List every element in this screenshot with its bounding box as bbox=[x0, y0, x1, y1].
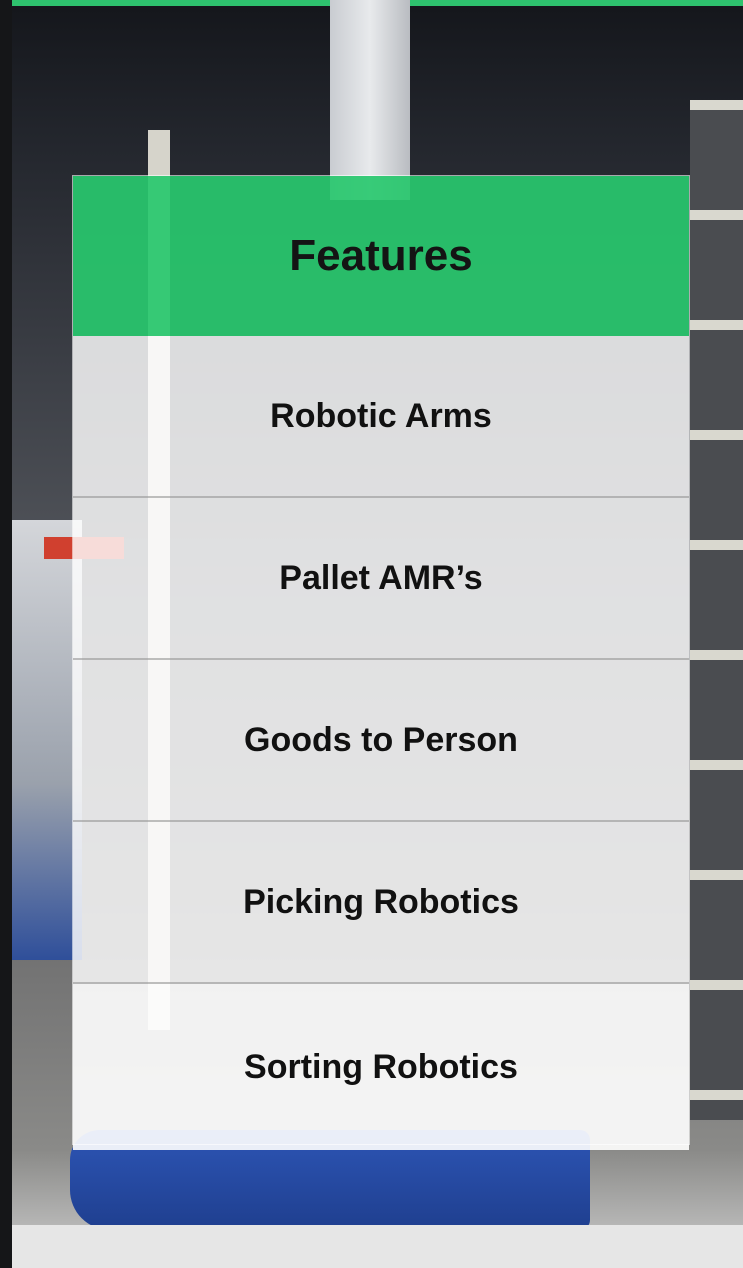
feature-item-sorting-robotics[interactable]: Sorting Robotics bbox=[73, 984, 689, 1150]
feature-label: Picking Robotics bbox=[243, 882, 519, 921]
features-header: Features bbox=[73, 176, 689, 336]
feature-item-pallet-amrs[interactable]: Pallet AMR’s bbox=[73, 498, 689, 660]
feature-label: Sorting Robotics bbox=[244, 1047, 518, 1086]
feature-list: Robotic Arms Pallet AMR’s Goods to Perso… bbox=[73, 336, 689, 1150]
feature-label: Pallet AMR’s bbox=[279, 558, 483, 597]
feature-item-robotic-arms[interactable]: Robotic Arms bbox=[73, 336, 689, 498]
rack-upright-right bbox=[690, 100, 743, 1120]
feature-label: Goods to Person bbox=[244, 720, 518, 759]
feature-item-picking-robotics[interactable]: Picking Robotics bbox=[73, 822, 689, 984]
floor-edge bbox=[0, 1225, 743, 1268]
features-title: Features bbox=[289, 231, 473, 280]
robot-mast bbox=[330, 0, 410, 200]
features-card: Features Robotic Arms Pallet AMR’s Goods… bbox=[72, 175, 690, 1150]
feature-item-goods-to-person[interactable]: Goods to Person bbox=[73, 660, 689, 822]
left-edge bbox=[0, 0, 12, 1268]
feature-label: Robotic Arms bbox=[270, 396, 492, 435]
